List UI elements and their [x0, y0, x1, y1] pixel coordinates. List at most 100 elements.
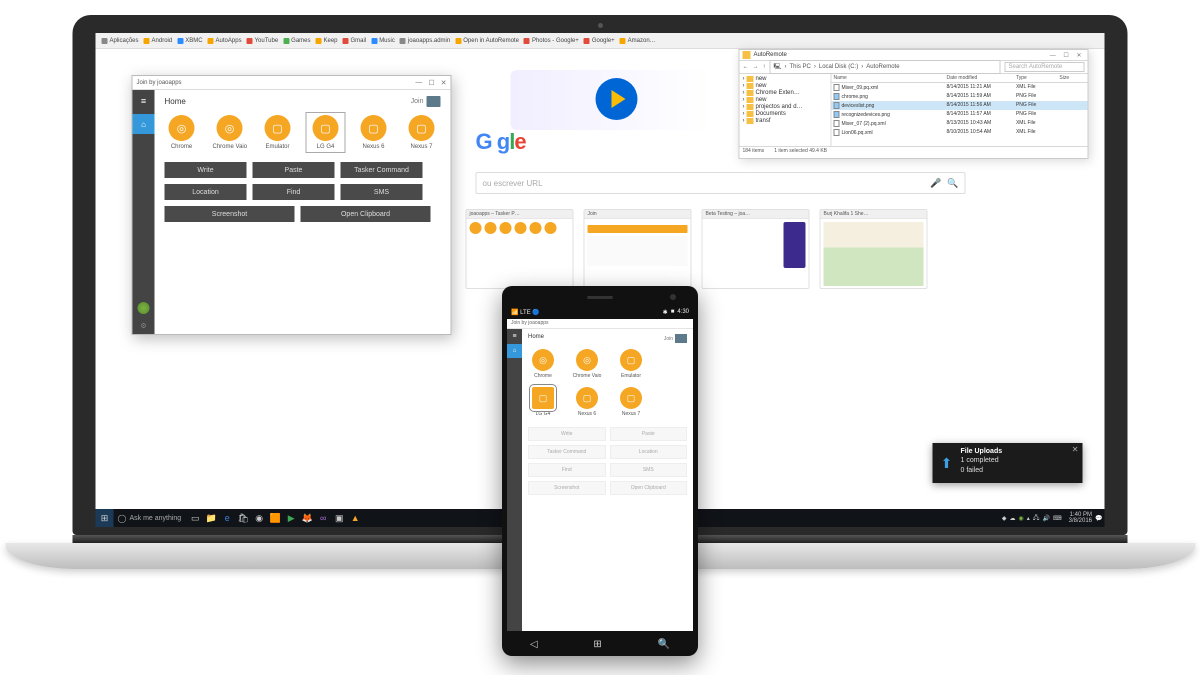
device-item[interactable]: ▢Nexus 6 [357, 115, 391, 150]
device-item[interactable]: ▢Emulator [616, 349, 646, 379]
mic-icon[interactable]: 🎤 [930, 178, 941, 189]
tray-apps-icon[interactable]: ◆ [1002, 515, 1007, 522]
action-button[interactable]: Open Clipboard [610, 481, 688, 495]
action-button[interactable]: Find [528, 463, 606, 477]
home-icon[interactable]: ⌂ [507, 344, 522, 358]
join-thumb-icon[interactable] [427, 96, 441, 107]
action-button[interactable]: Screenshot [528, 481, 606, 495]
back-icon[interactable]: ◁ [530, 639, 538, 650]
bookmark-item[interactable]: Amazon… [618, 38, 658, 44]
nav-back-icon[interactable]: ← [743, 64, 749, 70]
vs-icon[interactable]: ∞ [315, 513, 331, 523]
recent-thumb[interactable]: Beta Testing – joa… [702, 209, 810, 289]
device-item[interactable]: ▢Nexus 6 [572, 387, 602, 417]
action-button[interactable]: Paste [610, 427, 688, 441]
explorer-search-input[interactable]: Search AutoRemote [1005, 62, 1085, 72]
table-row[interactable]: Lion06.pq.xml8/10/2015 10:54 AMXML File [832, 128, 1088, 137]
notifications-icon[interactable]: 💬 [1095, 515, 1102, 522]
device-item[interactable]: ▢LG G4 [309, 115, 343, 150]
action-button[interactable]: Tasker Command [528, 445, 606, 459]
home-icon[interactable]: ⌂ [133, 114, 155, 134]
play-icon[interactable]: ▶ [283, 513, 299, 524]
tree-node[interactable]: ›new [743, 76, 828, 82]
table-row[interactable]: deviceslist.png8/14/2015 11:56 AMPNG Fil… [832, 101, 1088, 110]
nav-up-icon[interactable]: ↑ [763, 64, 766, 70]
gear-icon[interactable]: ⚙ [140, 322, 146, 330]
tray-sync-icon[interactable]: ◉ [1019, 515, 1024, 522]
device-item[interactable]: ▢Nexus 7 [405, 115, 439, 150]
explorer-icon[interactable]: 📁 [203, 513, 219, 524]
join-window-titlebar[interactable]: Join by joaoapps — ☐ ✕ [133, 76, 451, 90]
table-row[interactable]: recognizedevices.png8/14/2015 11:57 AMPN… [832, 110, 1088, 119]
bookmark-item[interactable]: joaoapps.admin [398, 38, 452, 44]
store-icon[interactable]: 🛍 [235, 513, 251, 524]
task-view-icon[interactable]: ▭ [187, 513, 203, 524]
recent-thumb[interactable]: Join [584, 209, 692, 289]
device-item[interactable]: ▢Emulator [261, 115, 295, 150]
breadcrumb[interactable]: 🖳› This PC› Local Disk (C:)› AutoRemote [770, 60, 1001, 74]
tray-onedrive-icon[interactable]: ☁ [1010, 515, 1016, 522]
action-button[interactable]: Location [165, 184, 247, 200]
taskbar-search[interactable]: ◯Ask me anything [114, 509, 188, 527]
recent-thumb[interactable]: Burj Khalifa 1 She… [820, 209, 928, 289]
chrome-icon[interactable]: ◉ [251, 513, 267, 524]
gimp-icon[interactable]: 🦊 [299, 513, 315, 524]
bookmark-item[interactable]: Games [281, 38, 312, 44]
device-item[interactable]: ◎Chrome [165, 115, 199, 150]
action-button[interactable]: SMS [341, 184, 423, 200]
bookmark-item[interactable]: YouTube [245, 38, 281, 44]
table-row[interactable]: Mixer_07 (2).pq.xml8/13/2015 10:43 AMXML… [832, 119, 1088, 128]
device-item[interactable]: ◎Chrome Vaio [213, 115, 247, 150]
search-icon[interactable]: 🔍 [947, 178, 958, 189]
tree-node[interactable]: ›Chrome Exten… [743, 90, 828, 96]
tray-volume-icon[interactable]: 🔊 [1043, 515, 1050, 522]
tree-node[interactable]: ›transf [743, 118, 828, 124]
device-item[interactable]: ▢LG G4 [528, 387, 558, 417]
action-button[interactable]: Location [610, 445, 688, 459]
tray-network-icon[interactable]: 🖧 [1033, 513, 1040, 523]
table-row[interactable]: chrome.png8/14/2015 11:59 AMPNG File [832, 92, 1088, 101]
avatar-icon[interactable] [138, 302, 150, 314]
maximize-icon[interactable]: ☐ [428, 79, 434, 87]
action-button[interactable]: Find [253, 184, 335, 200]
action-button[interactable]: Screenshot [165, 206, 295, 222]
bookmark-item[interactable]: Android [142, 38, 175, 44]
table-row[interactable]: Mixer_09.pq.xml8/14/2015 11:21 AMXML Fil… [832, 83, 1088, 92]
bookmark-item[interactable]: Google+ [582, 38, 617, 44]
bookmark-item[interactable]: Aplicações [100, 38, 141, 44]
bookmark-item[interactable]: XBMC [175, 38, 204, 44]
action-button[interactable]: Open Clipboard [301, 206, 431, 222]
nav-fwd-icon[interactable]: → [753, 64, 759, 70]
start-button[interactable]: ⊞ [96, 509, 114, 527]
app-icon[interactable]: 🟧 [267, 513, 283, 524]
device-item[interactable]: ◎Chrome [528, 349, 558, 379]
hamburger-icon[interactable]: ≡ [512, 333, 516, 340]
maximize-icon[interactable]: ☐ [1063, 53, 1071, 59]
search-icon[interactable]: 🔍 [658, 639, 670, 650]
action-button[interactable]: SMS [610, 463, 688, 477]
recent-thumb[interactable]: joaoapps – Tasker P… [466, 209, 574, 289]
hamburger-icon[interactable]: ≡ [141, 96, 146, 106]
action-button[interactable]: Write [165, 162, 247, 178]
vlc-icon[interactable]: ▲ [347, 513, 363, 523]
tray-lang-icon[interactable]: ⌨ [1053, 515, 1062, 522]
windows-icon[interactable]: ⊞ [593, 639, 601, 650]
minimize-icon[interactable]: — [1050, 53, 1059, 59]
doodle-play-button[interactable] [596, 78, 638, 120]
bookmark-item[interactable]: Open in AutoRemote [453, 38, 521, 44]
join-thumb-icon[interactable] [675, 334, 687, 343]
bookmark-item[interactable]: Gmail [341, 38, 369, 44]
close-icon[interactable]: ✕ [441, 79, 447, 87]
bookmark-item[interactable]: Keep [314, 38, 340, 44]
tree-node[interactable]: ›projectos and d… [743, 104, 828, 110]
taskbar-clock[interactable]: 1:40 PM3/8/2016 [1069, 512, 1092, 524]
action-button[interactable]: Write [528, 427, 606, 441]
device-item[interactable]: ◎Chrome Vaio [572, 349, 602, 379]
close-icon[interactable]: ✕ [1068, 443, 1083, 483]
action-button[interactable]: Paste [253, 162, 335, 178]
google-search-input[interactable]: ou escrever URL 🎤 🔍 [476, 172, 966, 194]
bookmark-item[interactable]: AutoApps [206, 38, 244, 44]
minimize-icon[interactable]: — [415, 79, 422, 87]
tree-node[interactable]: ›new [743, 97, 828, 103]
edge-icon[interactable]: e [219, 513, 235, 523]
